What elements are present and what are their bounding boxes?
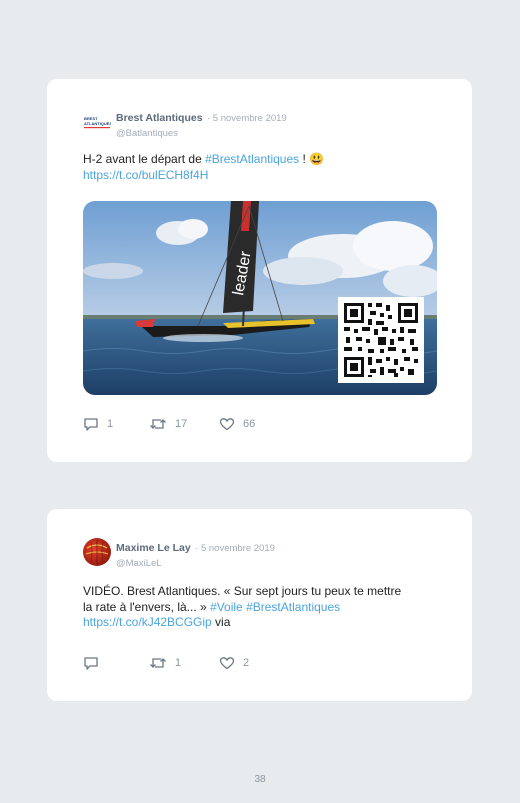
tweet-text: VIDÉO. Brest Atlantiques. « Sur sept jou… [83,584,443,631]
tweet-date[interactable]: · 5 novembre 2019 [195,543,275,554]
reply-icon [84,657,98,670]
tweet-date[interactable]: · 5 novembre 2019 [207,113,287,124]
author-name[interactable]: Brest Atlantiques [116,112,203,124]
author-handle[interactable]: @MaxiLeL [116,558,275,569]
like-count: 66 [243,418,256,430]
author-name[interactable]: Maxime Le Lay [116,542,191,554]
like-count: 2 [243,657,250,669]
svg-text:ATLANTIQUES: ATLANTIQUES [84,121,111,126]
tweet-card-2: Maxime Le Lay · 5 novembre 2019 @MaxiLeL… [47,509,472,701]
qr-code [338,297,424,383]
like-action[interactable]: 66 [219,417,255,431]
tweet-text-line2: la rate à l'envers, là... » [83,599,211,614]
tweet-text: H-2 avant le départ de #BrestAtlantiques… [83,152,443,183]
hashtag-link-brest[interactable]: #BrestAtlantiques [246,600,340,614]
avatar[interactable] [83,538,111,566]
retweet-icon [150,419,166,429]
tweet-url-link[interactable]: https://t.co/kJ42BCGGip [83,615,212,629]
like-action[interactable]: 2 [219,656,249,670]
author-handle[interactable]: @Batlantiques [116,128,287,139]
tweet-url-link[interactable]: https://t.co/bulECH8f4H [83,168,208,182]
hashtag-link-voile[interactable]: #Voile [210,600,243,614]
tweet-photo[interactable]: leader [83,201,437,395]
reply-count: 1 [107,418,114,430]
retweet-action[interactable]: 17 [149,417,187,431]
page-number: 38 [254,774,266,785]
heart-icon [219,657,235,670]
retweet-icon [150,658,166,668]
retweet-count: 17 [175,418,188,430]
reply-icon [84,418,98,431]
tweet-card-1: BREST ATLANTIQUES Brest Atlantiques · 5 … [47,79,472,462]
tweet-text-line1: VIDÉO. Brest Atlantiques. « Sur sept jou… [83,584,402,598]
reply-action[interactable]: 1 [83,417,113,431]
url-suffix: via [211,615,231,629]
brest-atlantiques-logo[interactable]: BREST ATLANTIQUES [83,114,112,130]
hashtag-link[interactable]: #BrestAtlantiques [205,152,299,166]
retweet-action[interactable]: 1 [149,656,181,670]
tweet-meta: Maxime Le Lay · 5 novembre 2019 @MaxiLeL [116,538,275,569]
retweet-count: 1 [175,657,182,669]
tweet-text-end: ! 😃 [299,152,325,166]
reply-action[interactable] [83,656,107,670]
tweet-text-start: H-2 avant le départ de [83,152,206,166]
tweet-meta: Brest Atlantiques · 5 novembre 2019 @Bat… [116,108,287,139]
heart-icon [219,418,235,431]
